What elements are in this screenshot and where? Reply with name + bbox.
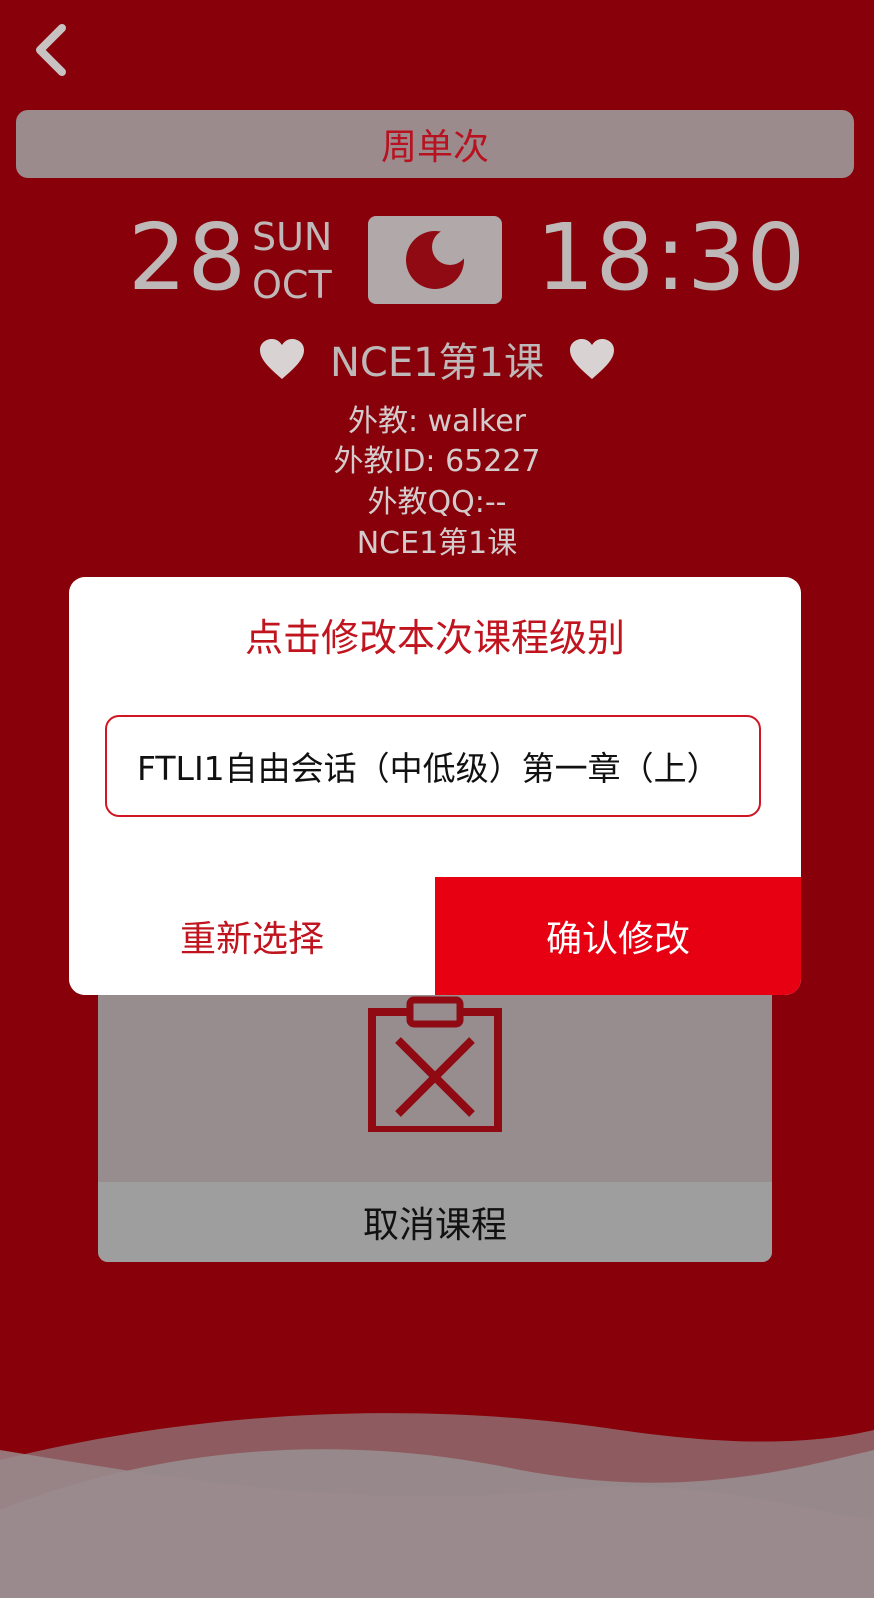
teacher-id: 外教ID: 65227 [333,444,541,479]
heart-icon [259,339,304,379]
chevron-left-icon [36,24,66,76]
moon-icon [406,229,468,289]
reselect-button[interactable]: 重新选择 [69,877,435,995]
cancel-course-card[interactable]: 取消课程 [98,990,772,1262]
course-level-field[interactable]: FTLI1自由会话（中低级）第一章（上） [105,715,761,817]
date-day: 28 [128,204,248,311]
teacher-name: 外教: walker [348,404,526,439]
dialog-title: 点击修改本次课程级别 [244,616,625,660]
clipboard-x-icon [368,996,502,1132]
teacher-qq: 外教QQ:-- [367,485,507,520]
class-time: 18:30 [536,204,807,311]
schedule-type-bar: 周单次 [16,110,854,178]
cancel-course-button[interactable]: 取消课程 [98,1182,772,1262]
heart-icon [570,339,615,379]
date-weekday: SUN [252,215,333,259]
schedule-type-label: 周单次 [380,127,489,168]
date-month: OCT [252,263,332,307]
confirm-modify-button[interactable]: 确认修改 [435,877,801,995]
modify-level-dialog: 点击修改本次课程级别 FTLI1自由会话（中低级）第一章（上） 重新选择 确认修… [69,577,801,995]
bottom-waves [0,1413,874,1598]
course-title: NCE1第1课 [329,340,545,386]
back-button[interactable] [22,18,82,82]
period-indicator [368,216,502,304]
lesson-name: NCE1第1课 [356,526,518,561]
course-title-row: NCE1第1课 [0,332,874,386]
